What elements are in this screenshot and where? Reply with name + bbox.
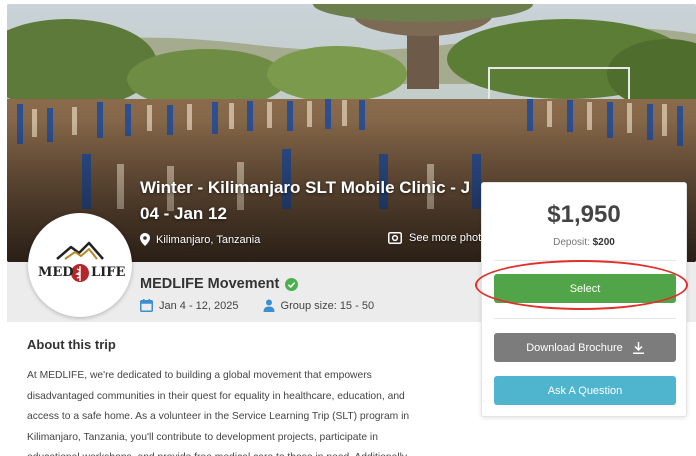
check-circle-icon: [285, 277, 299, 291]
deposit-label: Deposit:: [553, 237, 590, 248]
about-line: educational workshops, and provide free …: [27, 448, 457, 456]
trip-location: Kilimanjaro, Tanzania: [140, 233, 260, 246]
select-button[interactable]: Select: [494, 274, 676, 303]
trip-title-line1: Winter - Kilimanjaro SLT Mobile Clinic -…: [140, 178, 471, 197]
card-divider: [494, 260, 676, 261]
deposit-value: $200: [592, 237, 615, 248]
about-line: disadvantaged communities in their quest…: [27, 390, 405, 402]
calendar-icon: [140, 299, 153, 312]
about-line: Kilimanjaro, Tanzania, you'll contribute…: [27, 431, 378, 443]
trip-dates: Jan 4 - 12, 2025: [159, 299, 239, 312]
trip-meta: Jan 4 - 12, 2025 Group size: 15 - 50: [140, 299, 374, 312]
logo-text-life: LIFE: [91, 265, 126, 280]
person-icon: [263, 299, 275, 312]
about-text: At MEDLIFE, we're dedicated to building …: [27, 366, 457, 456]
about-title: About this trip: [27, 337, 116, 352]
see-more-photos-link[interactable]: See more phot: [388, 232, 481, 244]
select-button-label: Select: [569, 282, 601, 295]
card-divider: [494, 318, 676, 319]
ask-question-label: Ask A Question: [547, 384, 623, 397]
map-pin-icon: [140, 233, 150, 246]
logo-text-med: MED: [38, 265, 74, 280]
org-name-label: MEDLIFE Movement: [140, 276, 280, 292]
download-brochure-button[interactable]: Download Brochure: [494, 333, 676, 362]
about-line: access to a safe home. As a volunteer in…: [27, 411, 410, 422]
ask-question-button[interactable]: Ask A Question: [494, 376, 676, 405]
trip-title-line2: 04 - Jan 12: [140, 204, 227, 223]
org-name[interactable]: MEDLIFE Movement: [140, 276, 299, 292]
about-line: At MEDLIFE, we're dedicated to building …: [27, 370, 372, 381]
see-more-photos-label: See more phot: [409, 232, 482, 244]
download-brochure-label: Download Brochure: [526, 341, 623, 354]
deposit-text: Deposit: $200: [482, 237, 686, 248]
org-logo: MED LIFE: [28, 213, 132, 317]
booking-card: $1,950 Deposit: $200 Select Download Bro…: [481, 182, 687, 417]
camera-icon: [388, 232, 402, 244]
trip-location-label: Kilimanjaro, Tanzania: [156, 233, 261, 246]
group-size: Group size: 15 - 50: [280, 299, 375, 312]
download-icon: [632, 341, 644, 354]
trip-title: Winter - Kilimanjaro SLT Mobile Clinic -…: [140, 175, 480, 227]
trip-price: $1,950: [547, 201, 621, 228]
